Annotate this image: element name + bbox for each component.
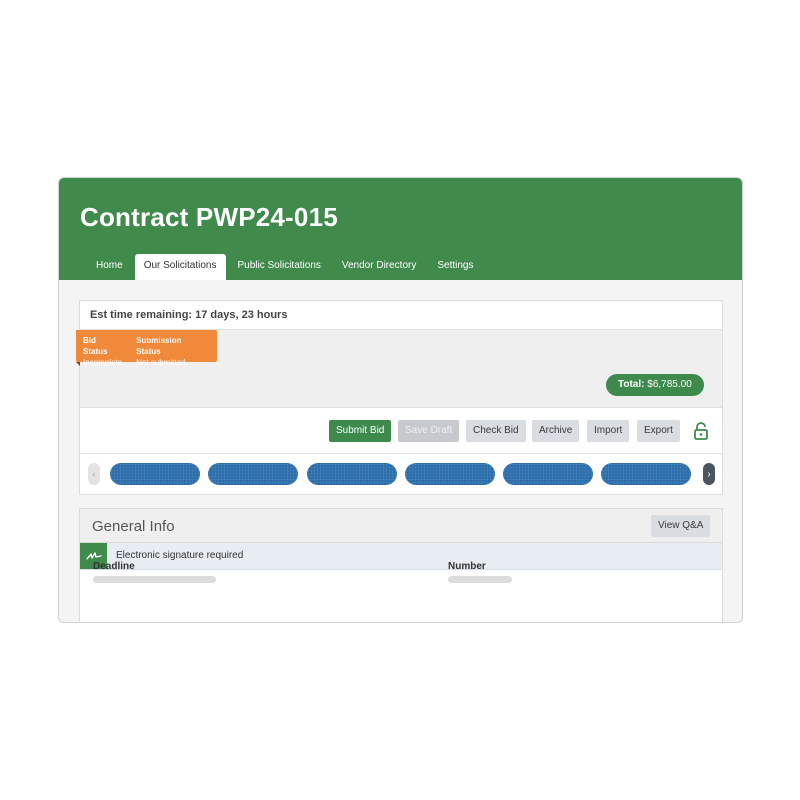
tab-public-solicitations[interactable]: Public Solicitations [229,254,330,280]
import-button[interactable]: Import [587,420,630,442]
carousel-pill[interactable] [208,463,298,485]
status-badge: Bid Status Incomplete Submission Status … [76,330,217,367]
page-title: Contract PWP24-015 [80,202,338,232]
tab-home[interactable]: Home [87,254,132,280]
signature-notice: Electronic signature required [80,543,722,570]
deadline-value-placeholder [93,576,216,583]
bid-status: Bid Status Incomplete [83,335,122,367]
chevron-right-icon[interactable]: › [703,463,715,485]
bid-toolbar: Submit Bid Save Draft Check Bid Archive … [80,408,722,454]
general-info-panel: General Info View Q&A Electronic signatu… [79,508,723,622]
submit-bid-button[interactable]: Submit Bid [329,420,392,442]
number-label: Number [448,561,486,572]
total-label: Total: [618,379,645,390]
chevron-left-icon[interactable]: ‹ [88,463,100,485]
signature-text: Electronic signature required [116,550,244,561]
archive-button[interactable]: Archive [532,420,580,442]
unlock-icon[interactable] [693,422,709,440]
submission-status-label: Submission Status [136,336,182,356]
submission-status-value: Not submitted [136,358,186,367]
deadline-label: Deadline [93,561,135,572]
general-info-header: General Info View Q&A [80,509,722,543]
time-remaining: Est time remaining: 17 days, 23 hours [80,301,722,330]
total-value: $6,785.00 [647,379,692,390]
app-window: Contract PWP24-015 Home Our Solicitation… [58,177,743,623]
bid-panel: Est time remaining: 17 days, 23 hours Bi… [76,300,723,495]
badge-fold [76,362,80,366]
save-draft-button[interactable]: Save Draft [398,420,460,442]
bid-status-value: Incomplete [83,358,123,367]
status-area: Bid Status Incomplete Submission Status … [76,330,722,408]
total-badge: Total: $6,785.00 [606,374,704,396]
check-bid-button[interactable]: Check Bid [466,420,526,442]
general-info-title: General Info [92,518,175,535]
nav-tabs: Home Our Solicitations Public Solicitati… [87,254,486,280]
view-qa-button[interactable]: View Q&A [651,515,711,537]
tab-our-solicitations[interactable]: Our Solicitations [134,254,226,280]
submission-status: Submission Status Not submitted [136,335,203,367]
tab-settings[interactable]: Settings [428,254,482,280]
number-value-placeholder [448,576,512,583]
bid-status-label: Bid Status [83,336,108,356]
carousel-pill[interactable] [503,463,593,485]
export-button[interactable]: Export [637,420,680,442]
header-bar: Contract PWP24-015 Home Our Solicitation… [59,178,742,280]
carousel-pill[interactable] [307,463,397,485]
carousel-pill[interactable] [405,463,495,485]
carousel-pill[interactable] [601,463,691,485]
carousel-pill[interactable] [110,463,200,485]
carousel: ‹ › [80,454,722,494]
tab-vendor-directory[interactable]: Vendor Directory [333,254,425,280]
